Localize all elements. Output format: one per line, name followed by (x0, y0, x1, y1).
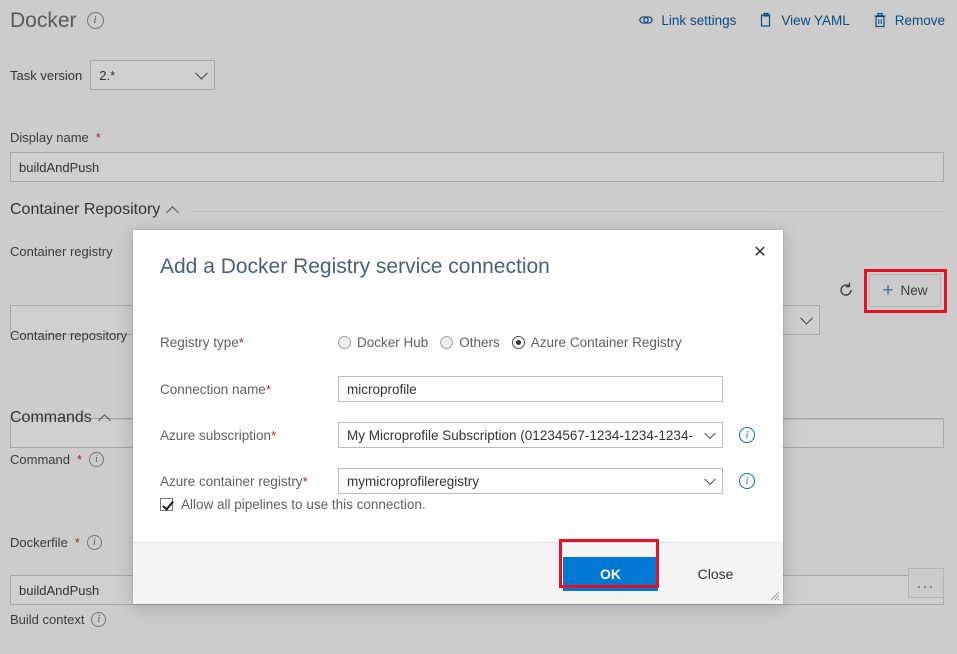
plus-icon: + (882, 281, 893, 300)
required-marker: * (271, 428, 276, 443)
azure-container-registry-select[interactable]: mymicroprofileregistry (338, 468, 723, 494)
browse-button[interactable]: ... (908, 568, 944, 598)
remove-button[interactable]: Remove (872, 12, 945, 28)
add-docker-registry-dialog: ✕ Add a Docker Registry service connecti… (133, 230, 783, 604)
radio-docker-hub-label: Docker Hub (357, 335, 428, 350)
trash-icon (872, 12, 888, 28)
task-version-value: 2.* (99, 68, 115, 83)
azure-container-registry-row: Azure container registry* mymicroprofile… (160, 468, 756, 494)
azure-container-registry-value: mymicroprofileregistry (347, 474, 479, 489)
chevron-up-icon (98, 414, 111, 427)
remove-label: Remove (895, 13, 945, 28)
connection-name-label: Connection name* (160, 382, 338, 397)
registry-type-label: Registry type* (160, 335, 338, 350)
container-repository-label: Container repository (10, 328, 127, 343)
required-marker: * (75, 535, 80, 550)
required-marker: * (239, 335, 244, 350)
radio-others-label: Others (459, 335, 500, 350)
task-version-row: Task version 2.* (10, 60, 215, 90)
info-icon[interactable]: i (739, 427, 755, 443)
dialog-title: Add a Docker Registry service connection (160, 255, 550, 279)
display-name-label: Display name * (10, 130, 101, 145)
build-context-label: Build context i (10, 612, 106, 627)
required-marker: * (96, 130, 101, 145)
required-marker: * (77, 452, 82, 467)
azure-subscription-label: Azure subscription* (160, 428, 338, 443)
resize-grip-icon[interactable] (768, 589, 780, 601)
close-icon[interactable]: ✕ (747, 238, 773, 264)
checkbox-checked-icon (160, 498, 173, 511)
chevron-down-icon (195, 67, 208, 80)
view-yaml-label: View YAML (781, 13, 849, 28)
required-marker: * (303, 474, 308, 489)
view-yaml-button[interactable]: View YAML (758, 12, 849, 28)
section-commands-label: Commands (10, 409, 92, 427)
section-container-repository-label: Container Repository (10, 201, 160, 219)
chevron-down-icon (704, 474, 715, 485)
ok-button[interactable]: OK (563, 557, 658, 591)
registry-type-row: Registry type* Docker Hub Others Azure C… (160, 335, 756, 350)
radio-others[interactable]: Others (440, 335, 500, 350)
azure-subscription-row: Azure subscription* My Microprofile Subs… (160, 422, 756, 448)
section-container-repository[interactable]: Container Repository (10, 201, 177, 219)
refresh-button[interactable] (831, 275, 861, 305)
dialog-footer: OK Close (133, 542, 783, 604)
link-settings-label: Link settings (661, 13, 736, 28)
registry-type-radio-group: Docker Hub Others Azure Container Regist… (338, 335, 688, 350)
azure-subscription-value: My Microprofile Subscription (01234567-1… (347, 428, 693, 443)
chevron-up-icon (166, 206, 179, 219)
connection-name-input[interactable]: microprofile (338, 376, 723, 402)
refresh-icon (837, 281, 855, 299)
new-button-label: New (901, 283, 928, 298)
info-icon[interactable]: i (739, 473, 755, 489)
radio-docker-hub[interactable]: Docker Hub (338, 335, 428, 350)
header-actions: Link settings View YAML Remove (638, 12, 945, 28)
dockerfile-label: Dockerfile * i (10, 535, 102, 550)
new-button[interactable]: + New (869, 274, 941, 307)
info-icon[interactable]: i (91, 612, 106, 627)
info-icon[interactable]: i (89, 452, 104, 467)
radio-button-icon (440, 336, 453, 349)
allow-all-pipelines-label: Allow all pipelines to use this connecti… (181, 497, 426, 512)
task-version-select[interactable]: 2.* (90, 60, 215, 90)
connection-name-row: Connection name* microprofile (160, 376, 756, 402)
close-button[interactable]: Close (668, 557, 763, 591)
azure-subscription-select[interactable]: My Microprofile Subscription (01234567-1… (338, 422, 723, 448)
azure-container-registry-label: Azure container registry* (160, 474, 338, 489)
display-name-value: buildAndPush (19, 160, 99, 175)
page-title: Docker (10, 10, 77, 31)
radio-button-icon (338, 336, 351, 349)
radio-azure-container-registry[interactable]: Azure Container Registry (512, 335, 682, 350)
task-header: Docker i (10, 10, 104, 31)
command-value: buildAndPush (19, 583, 99, 598)
info-icon[interactable]: i (87, 12, 104, 29)
chevron-down-icon (800, 312, 813, 325)
display-name-input[interactable]: buildAndPush (10, 152, 944, 182)
clipboard-icon (758, 12, 774, 28)
section-divider (192, 211, 944, 212)
radio-button-selected-icon (512, 336, 525, 349)
info-icon[interactable]: i (87, 535, 102, 550)
browse-button-label: ... (917, 575, 936, 592)
section-commands[interactable]: Commands (10, 409, 109, 427)
link-icon (638, 12, 654, 28)
task-version-label: Task version (10, 68, 82, 83)
container-registry-label: Container registry (10, 244, 113, 259)
chevron-down-icon (704, 428, 715, 439)
radio-azure-container-registry-label: Azure Container Registry (531, 335, 682, 350)
connection-name-value: microprofile (347, 382, 417, 397)
required-marker: * (266, 382, 271, 397)
command-label: Command * i (10, 452, 104, 467)
allow-all-pipelines-checkbox[interactable]: Allow all pipelines to use this connecti… (160, 497, 426, 512)
link-settings-button[interactable]: Link settings (638, 12, 736, 28)
